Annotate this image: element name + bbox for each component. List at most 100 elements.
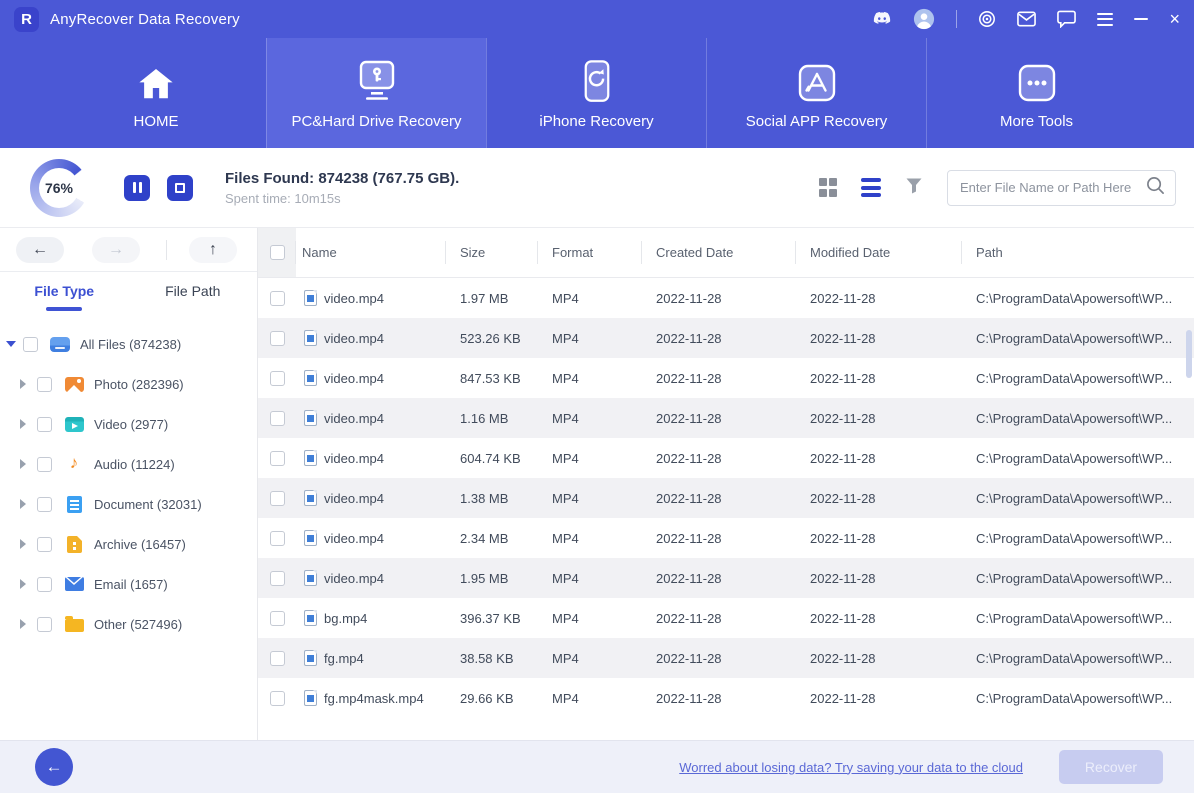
table-row[interactable]: video.mp4 523.26 KB MP4 2022-11-28 2022-…: [258, 318, 1194, 358]
table-row[interactable]: fg.mp4 38.58 KB MP4 2022-11-28 2022-11-2…: [258, 638, 1194, 678]
checkbox[interactable]: [37, 536, 52, 552]
file-name: video.mp4: [324, 410, 384, 426]
row-checkbox[interactable]: [269, 410, 285, 426]
expander-icon[interactable]: [6, 341, 16, 347]
row-checkbox[interactable]: [269, 490, 285, 506]
record-icon[interactable]: [978, 7, 996, 31]
file-created-date: 2022-11-28: [656, 450, 722, 466]
search-icon[interactable]: [1146, 176, 1165, 200]
video-file-icon: [304, 370, 317, 386]
user-avatar[interactable]: [913, 7, 935, 31]
expander-icon[interactable]: [20, 539, 26, 549]
table-row[interactable]: video.mp4 1.97 MB MP4 2022-11-28 2022-11…: [258, 278, 1194, 318]
checkbox[interactable]: [37, 616, 52, 632]
close-icon[interactable]: ×: [1169, 7, 1180, 31]
pc-recovery-icon: [353, 57, 401, 103]
select-all-checkbox[interactable]: [269, 245, 285, 260]
tab-file-type[interactable]: File Type: [0, 272, 129, 322]
feedback-icon[interactable]: [1057, 7, 1077, 31]
column-header-name[interactable]: Name: [296, 228, 446, 277]
video-file-icon: [304, 450, 317, 466]
checkbox[interactable]: [37, 576, 52, 592]
video-file-icon: [304, 290, 317, 306]
discord-icon[interactable]: [872, 7, 892, 31]
more-tools-icon: [1017, 57, 1057, 103]
row-checkbox[interactable]: [269, 370, 285, 386]
tree-item[interactable]: Document (32031): [0, 484, 257, 524]
pause-scan-button[interactable]: [124, 174, 150, 201]
search-input[interactable]: [960, 180, 1146, 195]
tab-iphone-recovery[interactable]: iPhone Recovery: [486, 38, 706, 148]
checkbox[interactable]: [37, 456, 52, 472]
back-button[interactable]: ←: [16, 236, 64, 263]
tree-item[interactable]: Photo (282396): [0, 364, 257, 404]
tree-item[interactable]: Email (1657): [0, 564, 257, 604]
expander-icon[interactable]: [20, 499, 26, 509]
row-checkbox[interactable]: [269, 650, 285, 666]
checkbox[interactable]: [37, 496, 52, 512]
expander-icon[interactable]: [20, 379, 26, 389]
row-checkbox[interactable]: [269, 610, 285, 626]
file-size: 2.34 MB: [460, 530, 509, 546]
checkbox[interactable]: [23, 336, 38, 352]
column-header-format[interactable]: Format: [538, 228, 642, 277]
checkbox[interactable]: [37, 376, 52, 392]
filter-icon[interactable]: [905, 177, 923, 199]
footer-back-button[interactable]: ←: [35, 748, 73, 786]
minimize-icon[interactable]: [1134, 7, 1149, 31]
tab-file-path[interactable]: File Path: [129, 272, 258, 322]
scrollbar-thumb[interactable]: [1186, 330, 1192, 378]
mail-icon[interactable]: [1017, 7, 1037, 31]
table-row[interactable]: bg.mp4 396.37 KB MP4 2022-11-28 2022-11-…: [258, 598, 1194, 638]
list-view-icon[interactable]: [861, 178, 881, 197]
expander-icon[interactable]: [20, 579, 26, 589]
row-checkbox[interactable]: [269, 450, 285, 466]
file-size: 29.66 KB: [460, 690, 514, 706]
table-row[interactable]: video.mp4 604.74 KB MP4 2022-11-28 2022-…: [258, 438, 1194, 478]
row-checkbox[interactable]: [269, 290, 285, 306]
menu-icon[interactable]: [1097, 7, 1114, 31]
column-header-path[interactable]: Path: [962, 228, 1194, 277]
table-row[interactable]: video.mp4 1.38 MB MP4 2022-11-28 2022-11…: [258, 478, 1194, 518]
file-name: video.mp4: [324, 490, 384, 506]
file-modified-date: 2022-11-28: [810, 530, 876, 546]
nav-divider: [166, 239, 167, 260]
tree-item[interactable]: Archive (16457): [0, 524, 257, 564]
row-checkbox[interactable]: [269, 530, 285, 546]
row-checkbox[interactable]: [269, 570, 285, 586]
forward-button[interactable]: →: [92, 236, 140, 263]
tree-item[interactable]: All Files (874238): [0, 324, 257, 364]
scan-progress-percent: 76%: [39, 167, 79, 208]
tab-pc-hard-drive-recovery[interactable]: PC&Hard Drive Recovery: [266, 38, 486, 148]
column-header-modified-date[interactable]: Modified Date: [796, 228, 962, 277]
expander-icon[interactable]: [20, 419, 26, 429]
up-button[interactable]: ↑: [189, 236, 237, 263]
stop-scan-button[interactable]: [167, 174, 193, 201]
recover-button[interactable]: Recover: [1059, 750, 1163, 784]
checkbox[interactable]: [37, 416, 52, 432]
file-path: C:\ProgramData\Apowersoft\WP...: [976, 410, 1173, 426]
tab-home[interactable]: HOME: [46, 38, 266, 148]
table-row[interactable]: video.mp4 847.53 KB MP4 2022-11-28 2022-…: [258, 358, 1194, 398]
tab-social-app-recovery[interactable]: Social APP Recovery: [706, 38, 926, 148]
grid-view-icon[interactable]: [818, 178, 837, 197]
tree-item[interactable]: Video (2977): [0, 404, 257, 444]
expander-icon[interactable]: [20, 619, 26, 629]
tab-more-tools[interactable]: More Tools: [926, 38, 1146, 148]
tree-item[interactable]: Other (527496): [0, 604, 257, 644]
column-header-size[interactable]: Size: [446, 228, 538, 277]
file-format: MP4: [552, 570, 579, 586]
file-name: fg.mp4: [324, 650, 364, 666]
table-row[interactable]: video.mp4 1.16 MB MP4 2022-11-28 2022-11…: [258, 398, 1194, 438]
row-checkbox[interactable]: [269, 690, 285, 706]
expander-icon[interactable]: [20, 459, 26, 469]
file-created-date: 2022-11-28: [656, 610, 722, 626]
cloud-backup-link[interactable]: Worred about losing data? Try saving you…: [679, 760, 1023, 775]
row-checkbox[interactable]: [269, 330, 285, 346]
column-header-created-date[interactable]: Created Date: [642, 228, 796, 277]
table-row[interactable]: video.mp4 1.95 MB MP4 2022-11-28 2022-11…: [258, 558, 1194, 598]
tree-item[interactable]: Audio (11224): [0, 444, 257, 484]
table-row[interactable]: video.mp4 2.34 MB MP4 2022-11-28 2022-11…: [258, 518, 1194, 558]
table-row[interactable]: fg.mp4mask.mp4 29.66 KB MP4 2022-11-28 2…: [258, 678, 1194, 718]
video-file-icon: [304, 490, 317, 506]
